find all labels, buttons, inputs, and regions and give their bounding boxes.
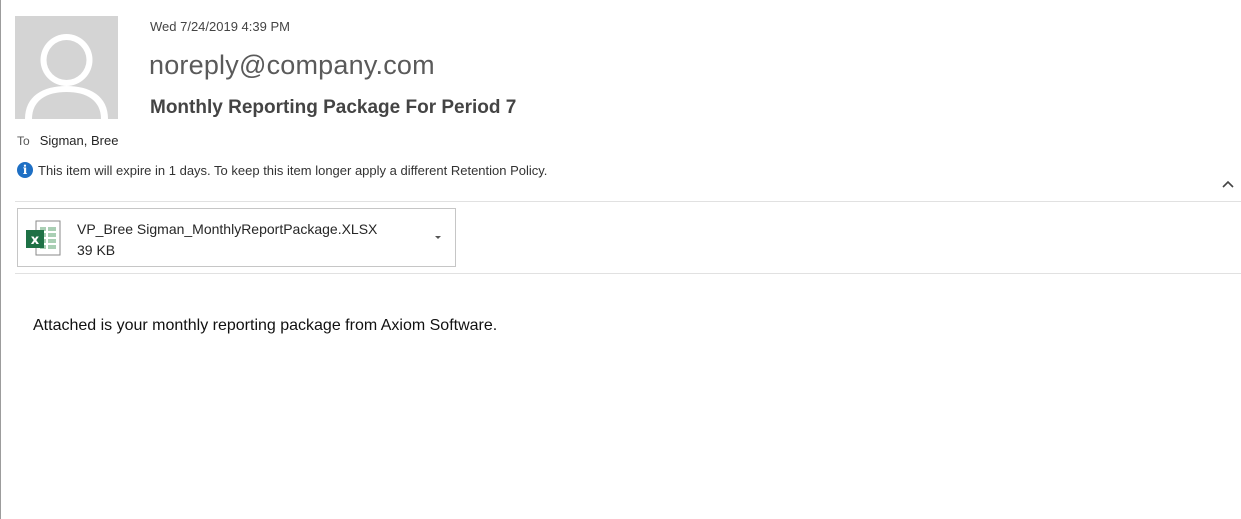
retention-infobar: i This item will expire in 1 days. To ke… bbox=[17, 162, 547, 178]
excel-icon: x bbox=[26, 220, 61, 256]
recipient-name[interactable]: Sigman, Bree bbox=[40, 133, 119, 148]
attachment-filename: VP_Bree Sigman_MonthlyReportPackage.XLSX bbox=[77, 221, 378, 237]
reading-pane: Wed 7/24/2019 4:39 PM noreply@company.co… bbox=[0, 0, 1241, 519]
attachments-divider bbox=[15, 273, 1241, 274]
collapse-header-button[interactable] bbox=[1220, 176, 1236, 192]
svg-text:x: x bbox=[31, 233, 40, 248]
retention-notice-text: This item will expire in 1 days. To keep… bbox=[38, 162, 548, 178]
chevron-down-icon[interactable] bbox=[433, 231, 443, 241]
recipients-row: To Sigman, Bree bbox=[17, 133, 118, 148]
info-icon: i bbox=[17, 162, 33, 178]
message-subject: Monthly Reporting Package For Period 7 bbox=[150, 97, 517, 118]
attachment-size: 39 KB bbox=[77, 242, 116, 258]
sender-address[interactable]: noreply@company.com bbox=[149, 50, 435, 81]
sent-datetime: Wed 7/24/2019 4:39 PM bbox=[150, 19, 290, 34]
to-label: To bbox=[17, 134, 30, 148]
attachment-tile[interactable]: x VP_Bree Sigman_MonthlyReportPackage.XL… bbox=[17, 208, 456, 267]
person-silhouette-icon bbox=[15, 16, 118, 119]
chevron-up-icon bbox=[1222, 180, 1234, 188]
sender-avatar bbox=[15, 16, 118, 119]
message-body: Attached is your monthly reporting packa… bbox=[33, 317, 498, 334]
header-divider bbox=[15, 201, 1241, 202]
